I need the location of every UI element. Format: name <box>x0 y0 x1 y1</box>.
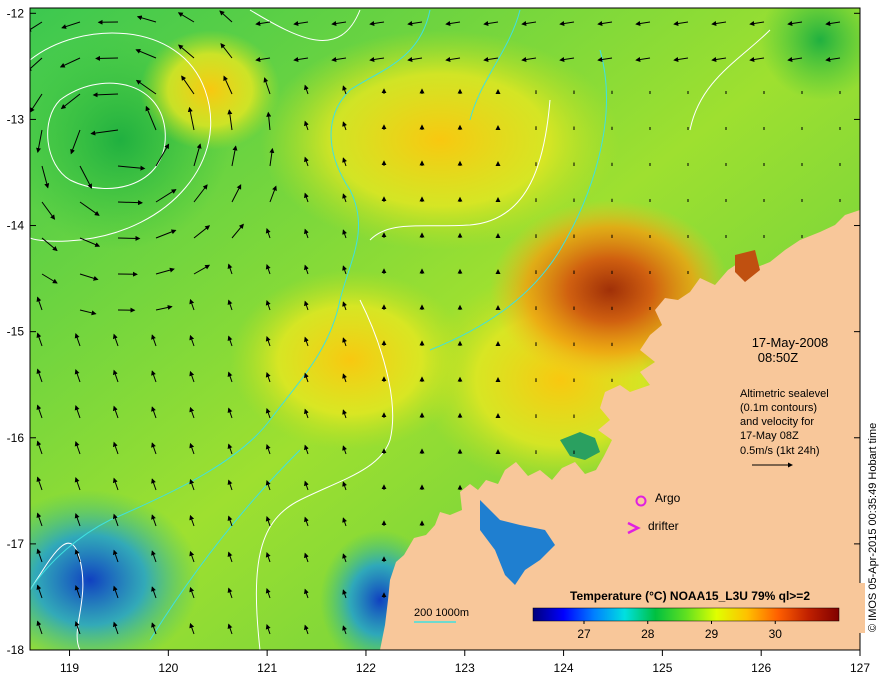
info-line-4: 17-May 08Z <box>740 430 799 442</box>
info-line-1: Altimetric sealevel <box>740 388 829 400</box>
longitude-axis: 119 120 121 122 123 124 125 126 127 <box>60 650 870 675</box>
colorbar-tick-label: 28 <box>641 627 655 641</box>
lat-tick-label: -17 <box>7 537 25 551</box>
lat-tick-label: -18 <box>7 643 25 657</box>
map-canvas: 119 120 121 122 123 124 125 126 127 -12 -13 -14 -15… <box>0 0 880 680</box>
lon-tick-label: 122 <box>356 661 376 675</box>
credit-label: © IMOS 05-Apr-2015 00:35:49 Hobart time <box>867 423 879 632</box>
lon-tick-label: 125 <box>652 661 672 675</box>
lon-tick-label: 123 <box>455 661 475 675</box>
lat-tick-label: -14 <box>7 219 25 233</box>
date-label: 17-May-2008 <box>752 335 829 350</box>
sst-map: 119 120 121 122 123 124 125 126 127 -12 -13 -14 -15… <box>0 0 880 680</box>
info-line-2: (0.1m contours) <box>740 402 817 414</box>
lon-tick-label: 120 <box>158 661 178 675</box>
lat-tick-label: -15 <box>7 325 25 339</box>
lon-tick-label: 119 <box>60 661 79 675</box>
depth-legend-label: 200 1000m <box>414 607 469 619</box>
lon-tick-label: 124 <box>554 661 574 675</box>
drifter-label: drifter <box>648 519 679 533</box>
argo-label: Argo <box>655 491 681 505</box>
colorbar-tick-label: 27 <box>577 627 591 641</box>
lon-tick-label: 126 <box>751 661 771 675</box>
lon-tick-label: 127 <box>850 661 870 675</box>
info-line-3: and velocity for <box>740 416 814 428</box>
plot-area <box>0 0 880 670</box>
scale-label: 0.5m/s (1kt 24h) <box>740 445 819 457</box>
colorbar <box>533 608 839 621</box>
time-label: 08:50Z <box>758 350 799 365</box>
warm-region-west <box>230 270 470 450</box>
velocity-arrow <box>118 238 139 239</box>
lon-tick-label: 121 <box>257 661 277 675</box>
lat-tick-label: -13 <box>7 112 25 126</box>
lat-tick-label: -12 <box>7 6 25 20</box>
colorbar-tick-label: 29 <box>705 627 719 641</box>
velocity-arrow <box>96 58 118 59</box>
colorbar-tick-label: 30 <box>769 627 783 641</box>
colorbar-title: Temperature (°C) NOAA15_L3U 79% ql>=2 <box>570 589 810 603</box>
lat-tick-label: -16 <box>7 431 25 445</box>
